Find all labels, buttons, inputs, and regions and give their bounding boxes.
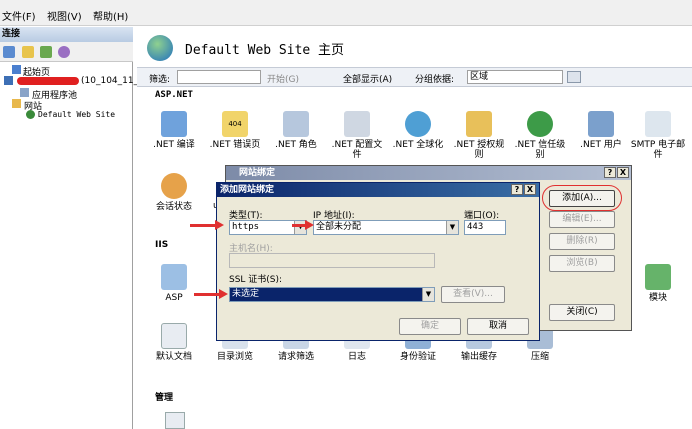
close-bindings-button[interactable]: 关闭(C) xyxy=(549,304,615,321)
globalization-icon xyxy=(405,111,431,137)
app-pools-icon xyxy=(20,88,29,97)
group-manage: 管理 xyxy=(155,393,174,403)
port-input[interactable]: 443 xyxy=(464,220,506,235)
manage-feature-icon[interactable] xyxy=(165,412,185,429)
edit-binding-button[interactable]: 编辑(E)... xyxy=(549,211,615,228)
feature-modules[interactable]: 模块 xyxy=(629,264,687,303)
chevron-down-icon: ▼ xyxy=(446,221,458,234)
session-state-icon xyxy=(161,173,187,199)
annotation-arrow-type xyxy=(190,220,224,230)
site-bindings-titlebar: 网站绑定 ? X xyxy=(226,166,631,180)
authorization-lock-icon xyxy=(466,111,492,137)
tree-default-web-site[interactable]: Default Web Site xyxy=(26,110,115,120)
site-bindings-help-button[interactable]: ? xyxy=(604,167,616,178)
up-icon[interactable] xyxy=(40,46,52,58)
ok-button[interactable]: 确定 xyxy=(399,318,461,335)
feature-net-users[interactable]: .NET 用户 xyxy=(572,111,630,150)
users-icon xyxy=(588,111,614,137)
feature-net-trust-levels[interactable]: .NET 信任级别 xyxy=(511,111,569,160)
feature-asp[interactable]: ASP xyxy=(145,264,203,303)
refresh-icon[interactable] xyxy=(58,46,70,58)
annotation-arrow-ssl xyxy=(194,289,228,299)
add-binding-close-x[interactable]: X xyxy=(524,184,536,195)
connect-icon[interactable] xyxy=(3,46,15,58)
view-toggle-icon[interactable] xyxy=(567,71,581,83)
start-filter-button[interactable]: 开始(G) xyxy=(267,72,299,85)
add-binding-titlebar: 添加网站绑定 ? X xyxy=(217,183,539,197)
feature-net-profile[interactable]: .NET 配置文件 xyxy=(328,111,386,160)
ssl-certificate-label: SSL 证书(S): xyxy=(229,275,283,285)
feature-net-compilation[interactable]: .NET 编译 xyxy=(145,111,203,150)
add-site-binding-dialog: 添加网站绑定 ? X 类型(T): https ▼ IP 地址(I): 全部未分… xyxy=(216,182,540,341)
menu-file[interactable]: 文件(F) xyxy=(2,8,36,23)
globe-icon xyxy=(26,110,35,119)
chevron-down-icon: ▼ xyxy=(422,288,434,301)
menu-bar: 文件(F) 视图(V) 帮助(H) xyxy=(0,0,692,26)
feature-net-roles[interactable]: .NET 角色 xyxy=(267,111,325,150)
connections-header: 连接 xyxy=(0,27,133,42)
site-bindings-close-x[interactable]: X xyxy=(617,167,629,178)
remove-binding-button[interactable]: 删除(R) xyxy=(549,233,615,250)
sites-folder-icon xyxy=(12,99,21,108)
feature-net-globalization[interactable]: .NET 全球化 xyxy=(389,111,447,150)
profile-icon xyxy=(344,111,370,137)
menu-help[interactable]: 帮助(H) xyxy=(93,8,128,23)
default-document-icon xyxy=(161,323,187,349)
save-icon[interactable] xyxy=(22,46,34,58)
connections-toolbar xyxy=(0,42,133,62)
type-select[interactable]: https ▼ xyxy=(229,220,307,235)
add-binding-help-button[interactable]: ? xyxy=(511,184,523,195)
compile-icon xyxy=(161,111,187,137)
smtp-email-icon xyxy=(645,111,671,137)
feature-session-state[interactable]: 会话状态 xyxy=(145,173,203,212)
redaction-mark xyxy=(17,77,79,85)
host-name-input[interactable] xyxy=(229,253,435,268)
feature-net-error-pages[interactable]: 404 .NET 错误页 xyxy=(206,111,264,150)
error-404-icon: 404 xyxy=(222,111,248,137)
group-iis: IIS xyxy=(155,240,169,250)
annotation-arrow-ip xyxy=(292,220,314,230)
group-by-select[interactable]: 区域 xyxy=(467,70,563,84)
asp-icon xyxy=(161,264,187,290)
connections-pane: 连接 起始页 (10_104_11_ 应用程序池 网站 Default Web … xyxy=(0,27,138,429)
filter-input[interactable] xyxy=(177,70,261,84)
cancel-button[interactable]: 取消 xyxy=(467,318,529,335)
feature-net-authorization[interactable]: .NET 授权规则 xyxy=(450,111,508,160)
page-title: Default Web Site 主页 xyxy=(185,43,345,58)
browse-binding-button[interactable]: 浏览(B) xyxy=(549,255,615,272)
filter-bar: 筛选: 开始(G) 全部显示(A) 分组依据: 区域 xyxy=(137,67,692,87)
feature-smtp-email[interactable]: SMTP 电子邮件 xyxy=(629,111,687,160)
start-page-icon xyxy=(12,65,21,74)
view-certificate-button[interactable]: 查看(V)... xyxy=(441,286,505,303)
annotation-circle xyxy=(542,185,622,211)
group-aspnet: ASP.NET xyxy=(155,90,193,100)
site-globe-icon xyxy=(147,35,173,61)
feature-default-document[interactable]: 默认文档 xyxy=(145,323,203,362)
server-icon xyxy=(4,76,13,85)
modules-icon xyxy=(645,264,671,290)
menu-view[interactable]: 视图(V) xyxy=(47,8,82,23)
ssl-certificate-select[interactable]: 未选定 ▼ xyxy=(229,287,435,302)
roles-icon xyxy=(283,111,309,137)
ip-address-select[interactable]: 全部未分配 ▼ xyxy=(313,220,459,235)
show-all-button[interactable]: 全部显示(A) xyxy=(343,72,392,85)
trust-level-icon xyxy=(527,111,553,137)
